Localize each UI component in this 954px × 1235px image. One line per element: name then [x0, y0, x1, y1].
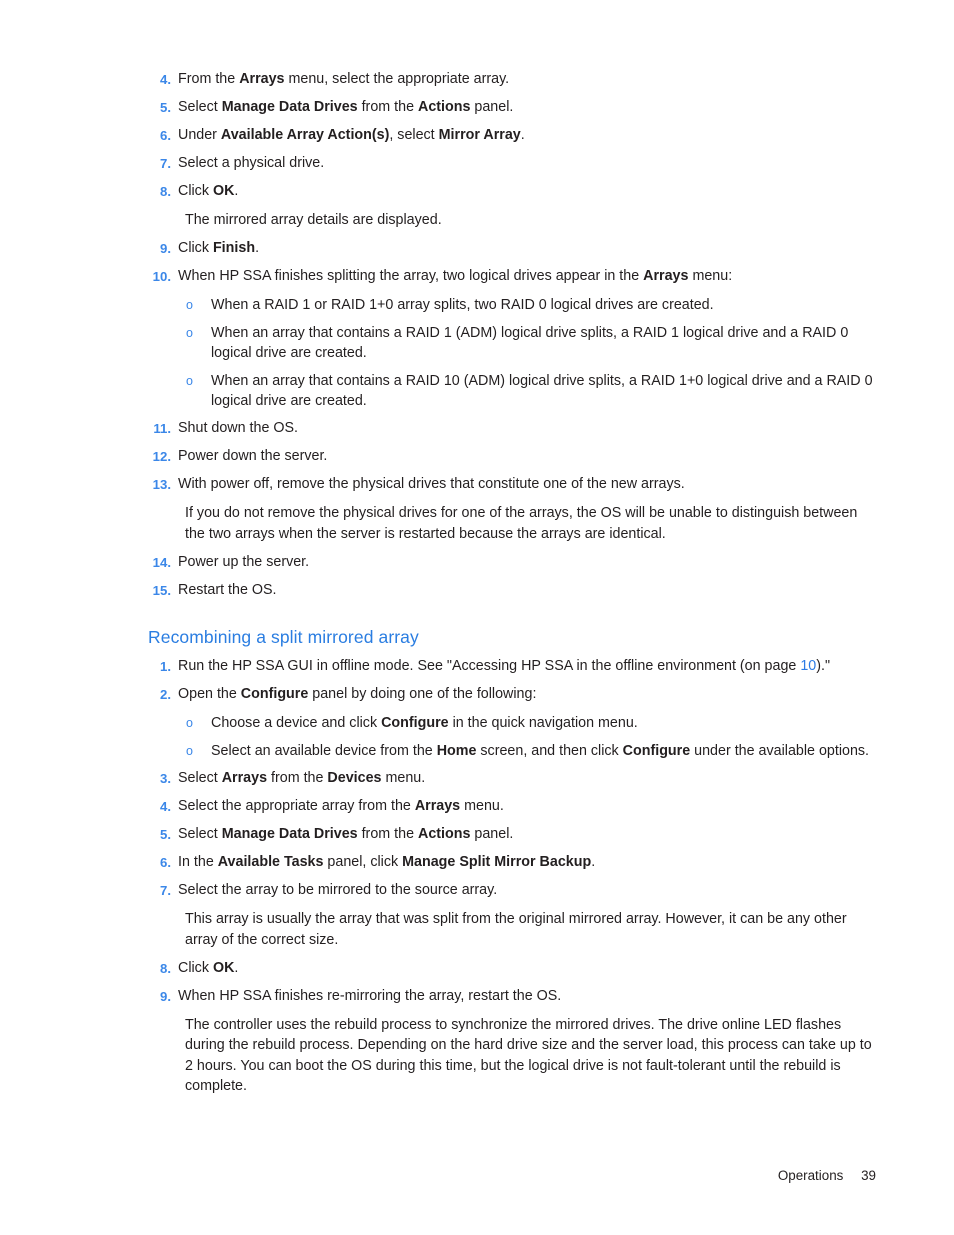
list-item: 8. Click OK.: [148, 959, 876, 979]
list-item-note: This array is usually the array that was…: [185, 911, 847, 948]
sub-bullet-marker: o: [186, 298, 193, 312]
list-item-note: The mirrored array details are displayed…: [185, 212, 442, 228]
sub-list-item-text: When an array that contains a RAID 10 (A…: [211, 373, 873, 409]
list-marker: 7.: [160, 156, 171, 171]
list-item-text: Select Manage Data Drives from the Actio…: [178, 826, 514, 842]
list-item-text: From the Arrays menu, select the appropr…: [178, 71, 510, 87]
sub-list-item: o When a RAID 1 or RAID 1+0 array splits…: [148, 295, 876, 315]
footer-chapter: Operations: [777, 1168, 844, 1183]
list-marker: 3.: [160, 771, 171, 786]
list-item-text: Shut down the OS.: [178, 420, 299, 436]
list-item-text: Select Manage Data Drives from the Actio…: [178, 99, 514, 115]
list-marker: 9.: [160, 988, 171, 1004]
sub-bullet-marker: o: [186, 326, 193, 340]
list-item: 1. Run the HP SSA GUI in offline mode. S…: [148, 657, 876, 677]
list-marker: 6.: [160, 855, 171, 870]
list-item: 4. Select the appropriate array from the…: [148, 797, 876, 817]
page-content: 4. From the Arrays menu, select the appr…: [148, 70, 876, 1105]
sub-list-item-text: Select an available device from the Home…: [211, 743, 870, 759]
sub-list-item-text: When a RAID 1 or RAID 1+0 array splits, …: [211, 297, 714, 313]
list-item: 8. Click OK.: [148, 182, 876, 202]
list-marker: 9.: [160, 241, 171, 256]
list-marker: 13.: [152, 477, 171, 492]
list-marker: 4.: [160, 72, 171, 87]
list-item: 14. Power up the server.: [148, 553, 876, 573]
list-item: 13. With power off, remove the physical …: [148, 475, 876, 495]
list-item-text: Select a physical drive.: [178, 155, 325, 171]
page-footer: Operations 39: [778, 1168, 876, 1183]
list-marker: 11.: [153, 421, 171, 436]
footer-page-number: 39: [861, 1168, 876, 1183]
section-heading: Recombining a split mirrored array: [148, 627, 419, 647]
sub-bullet-marker: o: [186, 744, 193, 758]
sub-list-item-text: When an array that contains a RAID 1 (AD…: [211, 325, 849, 361]
list-item: 6. In the Available Tasks panel, click M…: [148, 853, 876, 873]
sub-list-item-text: Choose a device and click Configure in t…: [211, 715, 638, 731]
list-item: 15. Restart the OS.: [148, 581, 876, 601]
list-item-text: Open the Configure panel by doing one of…: [178, 686, 537, 702]
list-marker: 5.: [160, 100, 171, 115]
list-item-text: When HP SSA finishes re-mirroring the ar…: [178, 987, 562, 1004]
list-item-text: Restart the OS.: [178, 581, 277, 598]
list-item: 5. Select Manage Data Drives from the Ac…: [148, 825, 876, 845]
list-item: 9. When HP SSA finishes re-mirroring the…: [148, 987, 876, 1007]
sub-list-item: o When an array that contains a RAID 10 …: [148, 371, 876, 411]
sub-list: o When a RAID 1 or RAID 1+0 array splits…: [148, 295, 876, 411]
list-item: 11. Shut down the OS.: [148, 419, 876, 439]
list-marker: 4.: [160, 799, 171, 814]
list-item: 5. Select Manage Data Drives from the Ac…: [148, 98, 876, 118]
list-item-text: In the Available Tasks panel, click Mana…: [178, 854, 596, 870]
list-item-text: Click Finish.: [178, 240, 260, 256]
list-marker: 12.: [152, 449, 171, 464]
list-item: 3. Select Arrays from the Devices menu.: [148, 769, 876, 789]
list-item-note: The controller uses the rebuild process …: [185, 1016, 872, 1095]
list-marker: 5.: [160, 827, 171, 842]
list-item-text: Under Available Array Action(s), select …: [178, 127, 525, 143]
sub-bullet-marker: o: [186, 716, 193, 730]
list-item-text: Select Arrays from the Devices menu.: [178, 770, 426, 786]
list-item-text: Click OK.: [178, 959, 239, 976]
list-marker: 7.: [160, 883, 171, 898]
list-item-text: Select the appropriate array from the Ar…: [178, 798, 504, 814]
list-item: 4. From the Arrays menu, select the appr…: [148, 70, 876, 90]
list-marker: 14.: [152, 554, 171, 570]
list-item: 2. Open the Configure panel by doing one…: [148, 685, 876, 705]
list-item: 10. When HP SSA finishes splitting the a…: [148, 267, 876, 287]
list-item-text: When HP SSA finishes splitting the array…: [178, 268, 733, 284]
sub-list-item: o When an array that contains a RAID 1 (…: [148, 323, 876, 363]
list-marker: 10.: [152, 269, 171, 284]
list-marker: 8.: [160, 960, 171, 976]
list-item-text: Power up the server.: [178, 553, 310, 570]
list-marker: 2.: [160, 687, 171, 702]
list-item: 12. Power down the server.: [148, 447, 876, 467]
list-item: 7. Select a physical drive.: [148, 154, 876, 174]
list-item: 9. Click Finish.: [148, 239, 876, 259]
list-item-text: With power off, remove the physical driv…: [178, 476, 685, 492]
document-page: 4. From the Arrays menu, select the appr…: [0, 0, 954, 1235]
sub-list-item: o Choose a device and click Configure in…: [148, 713, 876, 733]
list-item-note: If you do not remove the physical drives…: [185, 505, 858, 542]
list-item-text: Power down the server.: [178, 448, 328, 464]
list-item: 6. Under Available Array Action(s), sele…: [148, 126, 876, 146]
sub-bullet-marker: o: [186, 374, 193, 388]
list-marker: 8.: [160, 184, 171, 199]
list-marker: 1.: [160, 659, 171, 674]
list-marker: 15.: [152, 582, 171, 598]
list-item-text: Select the array to be mirrored to the s…: [178, 882, 498, 898]
list-item-text: Run the HP SSA GUI in offline mode. See …: [178, 658, 831, 674]
sub-list-item: o Select an available device from the Ho…: [148, 741, 876, 761]
list-item-text: Click OK.: [178, 183, 239, 199]
list-marker: 6.: [160, 128, 171, 143]
list-item: 7. Select the array to be mirrored to th…: [148, 881, 876, 901]
sub-list: o Choose a device and click Configure in…: [148, 713, 876, 761]
